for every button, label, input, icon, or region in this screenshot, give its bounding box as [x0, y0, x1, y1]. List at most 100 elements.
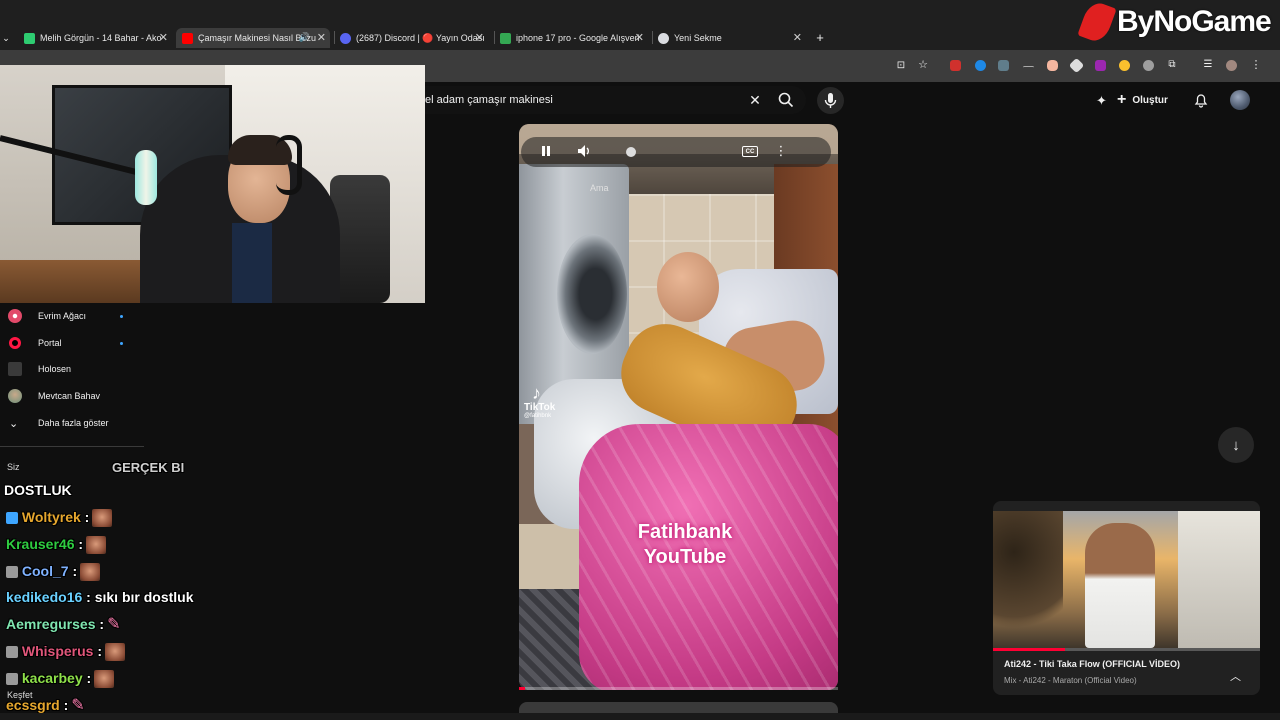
more-options-icon[interactable]: ⋮: [775, 141, 788, 161]
create-button[interactable]: + Oluştur: [1117, 90, 1168, 110]
chat-username[interactable]: Whisperus: [22, 643, 94, 659]
chat-message: Aemregurses : ✎: [6, 616, 121, 634]
emote-icon: [80, 563, 101, 582]
chat-message-text: DOSTLUK: [4, 482, 72, 498]
bookmark-star-icon[interactable]: ☆: [917, 58, 929, 71]
chat-message: Krauser46 :: [6, 536, 107, 555]
live-dot-icon: [120, 341, 123, 345]
sidebar-item-portal[interactable]: Portal: [0, 332, 140, 354]
bynogame-logo-icon: [1077, 0, 1117, 45]
speaker-icon[interactable]: 🔊: [299, 32, 310, 43]
chat-overflow-top: GERÇEK BI: [22, 460, 184, 475]
mini-player-title[interactable]: Ati242 - Tiki Taka Flow (OFFICIAL VİDEO): [1004, 659, 1180, 669]
bynogame-watermark: ByNoGame: [1077, 0, 1272, 45]
voice-search-button[interactable]: [817, 87, 844, 114]
mini-player-progress[interactable]: [993, 648, 1260, 651]
mini-video-person: [1085, 523, 1155, 648]
tab-close-icon[interactable]: ✕: [159, 31, 168, 44]
chat-message-text: : sıkı bır dostluk: [86, 589, 194, 605]
sidebar-item-mevtcan-bahav[interactable]: Mevtcan Bahav: [0, 385, 140, 407]
chat-message-text: :: [97, 643, 103, 659]
video-progress-bar[interactable]: [519, 687, 838, 690]
chat-username[interactable]: kedikedo16: [6, 589, 82, 605]
account-avatar[interactable]: [1230, 90, 1250, 110]
chat-badge-icon: [6, 673, 18, 686]
tab-discord[interactable]: (2687) Discord | 🔴 Yayın Odası ✕: [340, 28, 488, 48]
channel-avatar-icon: [8, 389, 22, 403]
tab-close-icon[interactable]: ✕: [793, 31, 802, 44]
chat-username[interactable]: ecssgrd: [6, 697, 60, 713]
extension-yellow-icon[interactable]: [1119, 60, 1130, 71]
sidebar-item-label: Evrim Ağacı: [38, 311, 87, 321]
expand-chevron-up-icon[interactable]: ︿: [1230, 668, 1241, 684]
google-favicon-icon: [500, 32, 511, 44]
next-short-button[interactable]: ↓: [1218, 427, 1254, 463]
tab-close-icon[interactable]: ✕: [317, 31, 326, 44]
pink-emote-icon: ✎: [107, 616, 121, 634]
tab-melih[interactable]: Melih Görgün - 14 Bahar - Ako ✕: [24, 28, 172, 48]
extensions-puzzle-icon[interactable]: ⧉: [1166, 58, 1178, 70]
install-app-icon[interactable]: ⊡: [895, 59, 907, 71]
discord-favicon-icon: [340, 32, 351, 44]
extension-keyboard-icon[interactable]: [998, 60, 1009, 71]
tab-new-tab[interactable]: Yeni Sekme ✕: [658, 28, 806, 48]
browser-menu-icon[interactable]: ⋮: [1251, 58, 1262, 71]
sidebar-item-label: Holosen: [38, 364, 72, 374]
tab-youtube-active[interactable]: Çamaşır Makinesi Nasıl Bozu 🔊 ✕: [176, 28, 330, 48]
mini-video-house: [1178, 511, 1260, 648]
plus-icon: +: [1117, 91, 1127, 108]
sidebar-divider: [0, 446, 144, 447]
arrow-down-icon: ↓: [1232, 436, 1240, 454]
video-overlay-text: Fatihbank YouTube: [600, 520, 770, 570]
sidebar-item-holosen[interactable]: Holosen: [0, 358, 140, 380]
extension-dots-icon[interactable]: [1023, 66, 1034, 69]
tab-close-icon[interactable]: ✕: [635, 31, 644, 44]
tab-google-shopping[interactable]: iphone 17 pro - Google Alışveri ✕: [500, 28, 648, 48]
extension-gear-icon[interactable]: [1143, 60, 1154, 71]
chat-username[interactable]: kacarbey: [22, 670, 83, 686]
tab-title: (2687) Discord | 🔴 Yayın Odası: [356, 32, 485, 43]
extension-blue-icon[interactable]: [975, 60, 986, 71]
chat-overflow-line: DOSTLUK: [4, 482, 72, 498]
tab-title: Melih Görgün - 14 Bahar - Ako: [40, 33, 162, 43]
video-progress-fill: [519, 687, 526, 690]
chat-username[interactable]: Woltyrek: [22, 509, 81, 525]
notifications-bell-icon[interactable]: [1192, 91, 1210, 109]
tab-close-icon[interactable]: ✕: [475, 31, 484, 44]
volume-slider-knob[interactable]: [626, 147, 636, 157]
chat-badge-icon: [6, 646, 18, 659]
volume-icon: [578, 145, 589, 157]
volume-button[interactable]: [575, 141, 595, 161]
chat-username[interactable]: Cool_7: [22, 563, 69, 579]
captions-button[interactable]: CC: [742, 146, 758, 157]
mini-player-subtitle: Mix - Ati242 - Maraton (Official Video): [1004, 676, 1137, 685]
new-tab-button[interactable]: +: [813, 30, 827, 45]
chat-overflow-text: GERÇEK BI: [112, 460, 185, 475]
chat-username[interactable]: Aemregurses: [6, 616, 96, 632]
extension-bottle-icon[interactable]: [1047, 60, 1058, 71]
profile-avatar-icon[interactable]: [1226, 60, 1237, 71]
ai-sparkle-icon[interactable]: ✦: [1094, 93, 1109, 108]
webcam-streamer-shirt: [232, 223, 272, 303]
chat-message-text: :: [72, 563, 78, 579]
sidebar-show-more[interactable]: ⌄ Daha fazla göster: [0, 412, 140, 434]
tab-title: Yeni Sekme: [674, 33, 722, 43]
sidebar-item-evrim-agaci[interactable]: Evrim Ağacı: [0, 305, 140, 327]
tab-search-chevron-icon[interactable]: ⌄: [0, 31, 12, 45]
extension-adblock-icon[interactable]: [950, 60, 961, 71]
extension-purple-icon[interactable]: [1095, 60, 1106, 71]
chat-username[interactable]: Krauser46: [6, 536, 75, 552]
brand-name: ByNoGame: [1117, 5, 1272, 38]
mini-progress-fill: [993, 648, 1066, 651]
emote-icon: [86, 536, 107, 555]
search-button[interactable]: [776, 90, 796, 110]
microphone-icon: [135, 150, 157, 205]
clear-search-icon[interactable]: ✕: [746, 91, 764, 109]
pause-button[interactable]: [538, 141, 554, 161]
mini-video-tree: [993, 511, 1063, 648]
chat-message: kacarbey :: [6, 670, 115, 689]
tiktok-logo-icon: ♪: [532, 383, 541, 403]
reading-list-icon[interactable]: ☰: [1202, 58, 1214, 70]
emote-icon: [92, 509, 113, 528]
mini-player-video[interactable]: [993, 511, 1260, 648]
